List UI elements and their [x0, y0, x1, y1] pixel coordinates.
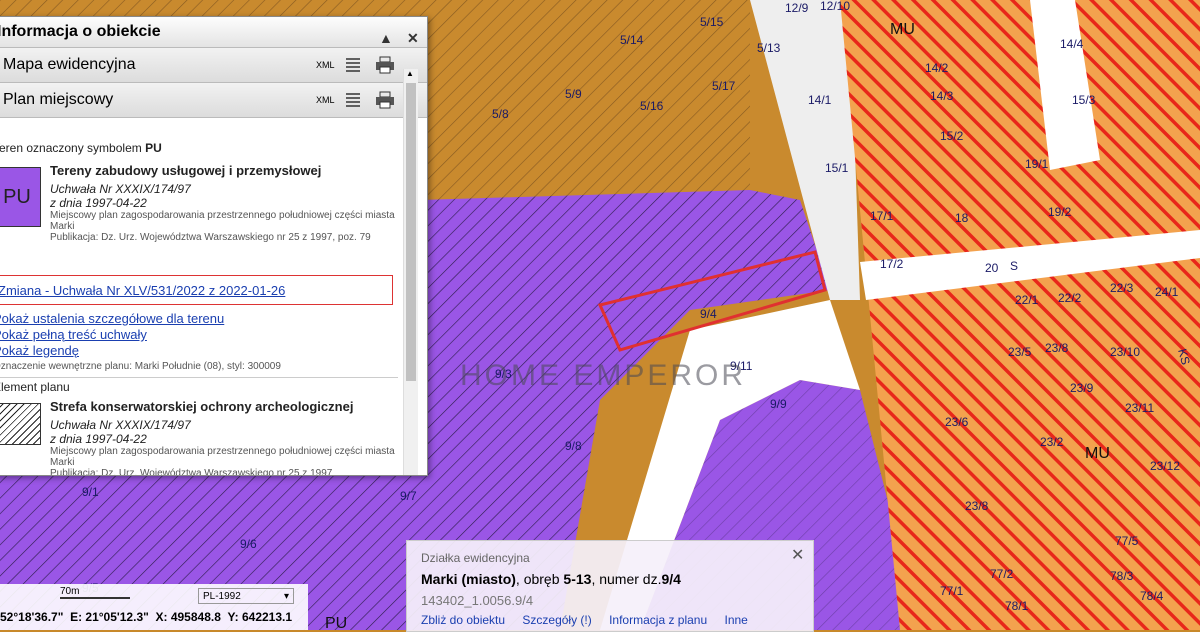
show-full-text-link[interactable]: Pokaż pełną treść uchwały — [0, 327, 147, 342]
parcel-title: Marki (miasto), obręb 5-13, numer dz.9/4 — [421, 571, 681, 587]
parcel-label: 12/9 — [785, 1, 809, 15]
scroll-up-icon[interactable]: ▲ — [406, 69, 414, 78]
parcel-label: 9/7 — [400, 489, 417, 503]
parcel-label: 9/1 — [82, 485, 99, 499]
parcel-label: 9/6 — [240, 537, 257, 551]
parcel-label: 23/12 — [1150, 459, 1180, 473]
parcel-label: 9/4 — [700, 307, 717, 321]
parcel-label: 23/6 — [945, 415, 969, 429]
plan-meta: Oznaczenie wewnętrzne planu: Marki Połud… — [0, 361, 281, 372]
entry-heading: Strefa konserwatorskiej ochrony archeolo… — [50, 399, 354, 414]
parcel-label: 23/8 — [965, 499, 989, 513]
parcel-label: 9/8 — [565, 439, 582, 453]
panel-title: Informacja o obiekcie ▲ ✕ — [0, 17, 427, 48]
parcel-label: 14/1 — [808, 93, 832, 107]
show-details-link[interactable]: Pokaż ustalenia szczegółowe dla terenu — [0, 311, 224, 326]
parcel-label: 5/14 — [620, 33, 644, 47]
parcel-label: 19/2 — [1048, 205, 1072, 219]
list-icon[interactable] — [345, 56, 361, 72]
parcel-label: 78/3 — [1110, 569, 1134, 583]
entry-pub: Publikacja: Dz. Urz. Województwa Warszaw… — [50, 468, 333, 476]
list-icon[interactable] — [345, 91, 361, 107]
entry-date: z dnia 1997-04-22 — [50, 432, 147, 446]
entry-date: z dnia 1997-04-22 — [50, 196, 147, 210]
parcel-label: 23/2 — [1040, 435, 1064, 449]
entry-desc: Miejscowy plan zagospodarowania przestrz… — [50, 446, 395, 468]
parcel-label: 5/8 — [492, 107, 509, 121]
section-plan-miejscowy[interactable]: Plan miejscowy XML — [0, 83, 427, 118]
entry-desc: Miejscowy plan zagospodarowania przestrz… — [50, 210, 395, 232]
intro-text: Teren oznaczony symbolem PU — [0, 141, 162, 155]
parcel-label: 23/11 — [1125, 401, 1154, 415]
print-icon[interactable] — [375, 91, 395, 109]
watermark: HOME EMPEROR — [460, 359, 746, 392]
other-link[interactable]: Inne — [725, 613, 748, 627]
parcel-label: S — [1010, 259, 1018, 273]
show-legend-link[interactable]: Pokaż legendę — [0, 343, 79, 358]
hatch-swatch — [0, 403, 41, 445]
parcel-label: 15/3 — [1072, 93, 1096, 107]
parcel-label: 77/5 — [1115, 534, 1139, 548]
parcel-label: 5/13 — [757, 41, 781, 55]
parcel-label: 22/1 — [1015, 293, 1039, 307]
close-icon[interactable]: ✕ — [791, 545, 804, 565]
parcel-label: 15/2 — [940, 129, 964, 143]
parcel-id: 143402_1.0056.9/4 — [421, 593, 534, 608]
parcel-label: 22/2 — [1058, 291, 1082, 305]
parcel-label: 5/15 — [700, 15, 724, 29]
plan-info-link[interactable]: Informacja z planu — [609, 613, 707, 627]
parcel-label: 23/5 — [1008, 345, 1032, 359]
parcel-label: 14/2 — [925, 61, 949, 75]
parcel-label: 15/1 — [825, 161, 849, 175]
parcel-label: 19/1 — [1025, 157, 1049, 171]
details-link[interactable]: Szczegóły (!) — [522, 613, 591, 627]
plan-change-link[interactable]: Zmiana - Uchwała Nr XLV/531/2022 z 2022-… — [0, 283, 285, 298]
zone-label-mu: MU — [890, 21, 915, 38]
object-info-panel: Informacja o obiekcie ▲ ✕ Mapa ewidencyj… — [0, 16, 428, 476]
print-icon[interactable] — [375, 56, 395, 74]
parcel-label: 17/1 — [870, 209, 894, 223]
parcel-info-popup: Działka ewidencyjna ✕ Marki (miasto), ob… — [406, 540, 814, 632]
coordinates-bar: 70m PL-1992 ▾ 52°18'36.7" E: 21°05'12.3"… — [0, 584, 308, 630]
element-header: Element planu — [0, 377, 398, 394]
popup-label: Działka ewidencyjna — [421, 551, 530, 565]
parcel-label: 9/9 — [770, 397, 787, 411]
zoom-to-object-link[interactable]: Zbliż do obiektu — [421, 613, 505, 627]
parcel-label: 77/2 — [990, 567, 1014, 581]
entry-resolution: Uchwała Nr XXXIX/174/97 — [50, 182, 191, 196]
parcel-label: 18 — [955, 211, 969, 225]
scrollbar-thumb[interactable] — [406, 83, 416, 381]
parcel-label: 17/2 — [880, 257, 904, 271]
entry-heading: Tereny zabudowy usługowej i przemysłowej — [50, 163, 322, 178]
chevron-down-icon: ▾ — [283, 591, 289, 602]
parcel-label: 23/10 — [1110, 345, 1140, 359]
parcel-label: 20 — [985, 261, 999, 275]
parcel-label: 14/3 — [930, 89, 954, 103]
parcel-label: 14/4 — [1060, 37, 1084, 51]
parcel-label: 22/3 — [1110, 281, 1134, 295]
scrollbar[interactable]: ▲ ▼ — [403, 69, 418, 475]
symbol-swatch: PU — [0, 167, 41, 227]
zone-label-mu: MU — [1085, 445, 1110, 462]
parcel-label: 5/9 — [565, 87, 582, 101]
parcel-label: 5/16 — [640, 99, 664, 113]
entry-pub: Publikacja: Dz. Urz. Województwa Warszaw… — [50, 232, 371, 243]
entry-resolution: Uchwała Nr XXXIX/174/97 — [50, 418, 191, 432]
coordinates-readout: 52°18'36.7" E: 21°05'12.3" X: 495848.8 Y… — [0, 610, 293, 624]
parcel-label: 78/4 — [1140, 589, 1164, 603]
parcel-label: 23/9 — [1070, 381, 1094, 395]
zone-label-pu: PU — [325, 615, 347, 630]
crs-select[interactable]: PL-1992 ▾ — [198, 588, 294, 604]
parcel-label: 24/1 — [1155, 285, 1179, 299]
parcel-label: 12/10 — [820, 0, 850, 13]
scale-bar: 70m — [60, 586, 130, 599]
xml-button[interactable]: XML — [316, 83, 335, 117]
parcel-label: 5/17 — [712, 79, 736, 93]
parcel-label: 78/1 — [1005, 599, 1029, 613]
xml-button[interactable]: XML — [316, 48, 335, 82]
section-mapa-ewidencyjna[interactable]: Mapa ewidencyjna XML — [0, 48, 427, 83]
panel-content: Teren oznaczony symbolem PU PU Tereny za… — [0, 139, 403, 476]
parcel-label: 77/1 — [940, 584, 964, 598]
parcel-label: 23/8 — [1045, 341, 1069, 355]
